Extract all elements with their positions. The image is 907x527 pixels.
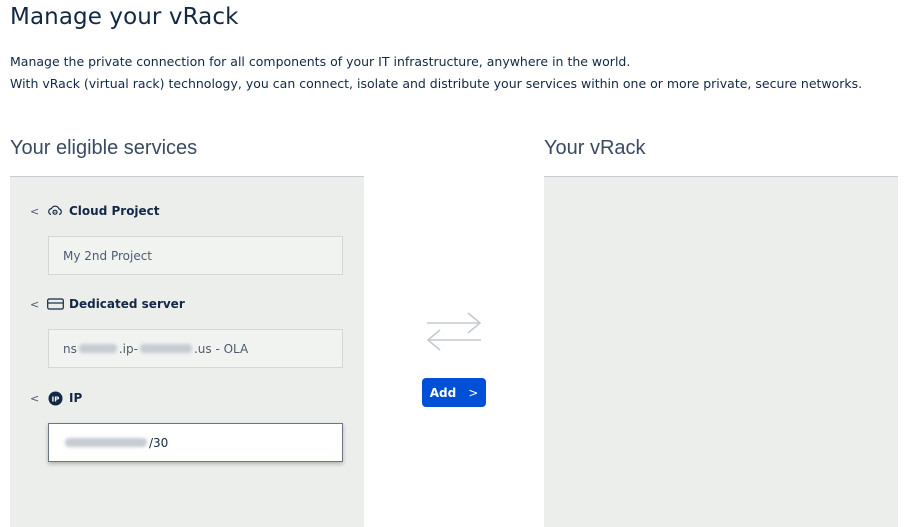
redacted-text: [139, 344, 192, 353]
intro-line-1: Manage the private connection for all co…: [10, 54, 631, 69]
group-label: IP: [69, 391, 83, 405]
item-mid: .ip-: [118, 341, 138, 356]
server-icon: [46, 297, 64, 311]
svg-text:IP: IP: [51, 395, 59, 403]
page-title: Manage your vRack: [10, 4, 239, 30]
group-label: Dedicated server: [69, 297, 185, 311]
intro-text: Manage the private connection for all co…: [10, 51, 862, 95]
eligible-services-title: Your eligible services: [10, 137, 198, 159]
group-ip[interactable]: < IP IP: [30, 391, 82, 405]
add-button-label: Add: [429, 385, 457, 400]
group-cloud-project[interactable]: < Cloud Project: [30, 204, 160, 218]
chevron-left-icon[interactable]: <: [30, 298, 46, 311]
redacted-text: [78, 344, 117, 353]
intro-line-2: With vRack (virtual rack) technology, yo…: [10, 76, 863, 91]
transfer-arrows-icon: [424, 310, 484, 352]
list-item-cloud-project[interactable]: My 2nd Project: [48, 236, 343, 275]
group-dedicated-server[interactable]: < Dedicated server: [30, 297, 185, 311]
group-label: Cloud Project: [69, 204, 160, 218]
ip-icon: IP: [46, 391, 64, 405]
chevron-left-icon[interactable]: <: [30, 392, 46, 405]
item-suffix: .us - OLA: [193, 341, 249, 356]
add-button[interactable]: Add >: [422, 378, 486, 407]
chevron-right-icon: >: [468, 385, 479, 400]
eligible-services-panel: < Cloud Project My 2nd Project < Dedicat…: [10, 176, 364, 527]
list-item-ip[interactable]: /30: [48, 423, 343, 462]
item-suffix: /30: [149, 435, 169, 450]
vrack-panel[interactable]: [544, 176, 898, 527]
chevron-left-icon[interactable]: <: [30, 205, 46, 218]
item-prefix: ns: [63, 341, 77, 356]
cloud-project-icon: [46, 204, 64, 218]
vrack-title: Your vRack: [544, 137, 646, 159]
redacted-text: [65, 438, 147, 447]
item-text: My 2nd Project: [63, 248, 152, 263]
list-item-dedicated-server[interactable]: ns .ip- .us - OLA: [48, 329, 343, 368]
